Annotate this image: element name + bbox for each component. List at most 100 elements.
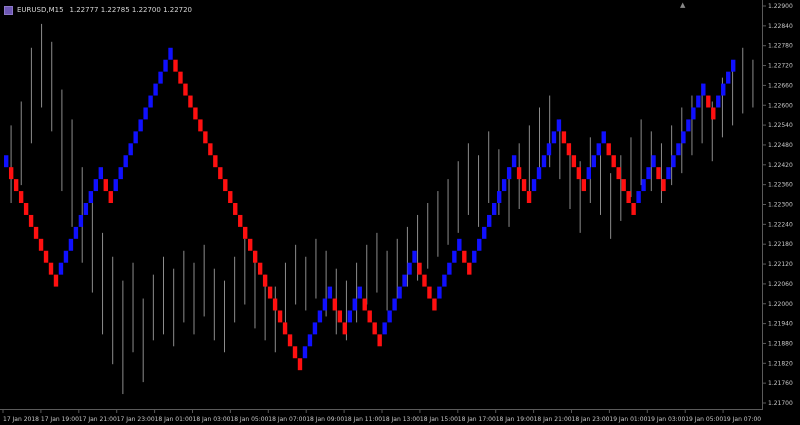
renko-brick-up <box>437 286 442 299</box>
renko-brick-up <box>68 238 74 251</box>
renko-brick-down <box>631 203 636 215</box>
x-tick-label: 17 Jan 23:00 <box>117 416 155 423</box>
renko-brick-down <box>272 298 278 311</box>
renko-brick-up <box>307 334 313 347</box>
x-tick-label: 18 Jan 23:00 <box>572 416 610 423</box>
renko-brick-down <box>48 262 54 275</box>
renko-brick-up <box>591 155 596 168</box>
y-tick-label: 1.21760 <box>768 380 793 387</box>
renko-brick-down <box>422 274 427 287</box>
renko-brick-down <box>616 167 621 180</box>
renko-brick-down <box>203 131 208 144</box>
renko-brick-up <box>98 167 103 180</box>
x-tick-label: 18 Jan 07:00 <box>268 416 306 423</box>
renko-brick-up <box>168 47 173 60</box>
renko-brick-up <box>402 274 407 287</box>
renko-brick-down <box>606 143 611 156</box>
renko-brick-up <box>128 143 133 156</box>
renko-brick-up <box>442 274 447 287</box>
renko-brick-up <box>686 119 691 132</box>
y-tick-label: 1.22480 <box>768 142 793 149</box>
renko-chart: 1.22900 1.22840 1.22780 1.22720 1.22660 1.226… <box>2 3 793 423</box>
renko-brick-down <box>53 274 59 287</box>
renko-brick-down <box>427 286 432 299</box>
renko-brick-up <box>4 155 9 168</box>
renko-brick-down <box>287 334 293 347</box>
renko-brick-up <box>641 179 646 192</box>
renko-brick-down <box>526 191 532 204</box>
renko-brick-down <box>337 310 343 323</box>
y-tick-label: 1.22360 <box>768 182 793 189</box>
renko-brick-up <box>158 71 163 84</box>
renko-brick-up <box>83 203 89 215</box>
y-tick-label: 1.22120 <box>768 261 793 268</box>
renko-brick-up <box>133 131 138 144</box>
renko-brick-up <box>163 59 168 72</box>
x-tick-label: 18 Jan 09:00 <box>306 416 344 423</box>
renko-brick-up <box>536 167 542 180</box>
y-tick-label: 1.22180 <box>768 241 793 248</box>
renko-brick-up <box>676 143 681 156</box>
y-tick-label: 1.22300 <box>768 202 793 209</box>
renko-brick-up <box>646 167 651 180</box>
renko-brick-down <box>462 250 467 263</box>
renko-brick-up <box>681 131 686 144</box>
renko-brick-up <box>93 179 99 192</box>
renko-brick-up <box>551 131 557 144</box>
renko-brick-up <box>601 131 606 144</box>
x-tick-label: 19 Jan 01:00 <box>609 416 647 423</box>
renko-brick-up <box>357 286 362 299</box>
renko-brick-down <box>342 322 347 335</box>
y-tick-label: 1.22420 <box>768 162 793 169</box>
renko-brick-up <box>412 250 417 263</box>
renko-brick-down <box>108 191 113 204</box>
renko-brick-down <box>233 203 238 215</box>
renko-brick-down <box>257 262 263 275</box>
renko-brick-down <box>18 191 24 204</box>
renko-brick-down <box>367 310 372 323</box>
renko-brick-up <box>546 143 552 156</box>
renko-brick-up <box>506 167 512 180</box>
x-tick-label: 18 Jan 01:00 <box>155 416 193 423</box>
y-tick-label: 1.22240 <box>768 221 793 228</box>
renko-brick-down <box>571 155 577 168</box>
renko-brick-down <box>228 191 233 204</box>
renko-brick-down <box>8 167 14 180</box>
renko-brick-down <box>561 131 567 144</box>
renko-brick-up <box>447 262 452 275</box>
renko-brick-down <box>223 179 228 192</box>
renko-brick-down <box>521 179 527 192</box>
renko-brick-down <box>38 238 44 251</box>
renko-brick-up <box>118 167 123 180</box>
x-tick-label: 17 Jan 21:00 <box>79 416 117 423</box>
renko-brick-up <box>651 155 656 168</box>
renko-brick-up <box>397 286 402 299</box>
renko-brick-down <box>243 226 248 239</box>
renko-brick-up <box>113 179 118 192</box>
renko-brick-down <box>661 179 666 192</box>
y-tick-label: 1.21940 <box>768 321 793 328</box>
renko-brick-down <box>213 155 218 168</box>
renko-brick-down <box>208 143 213 156</box>
renko-brick-down <box>297 358 303 371</box>
renko-brick-down <box>377 334 382 347</box>
renko-brick-down <box>467 262 472 275</box>
renko-brick-down <box>372 322 377 335</box>
renko-brick-up <box>716 95 721 108</box>
renko-brick-down <box>198 119 203 132</box>
chart-window[interactable]: EURUSD,M15 1.22777 1.22785 1.22700 1.227… <box>0 0 800 425</box>
renko-brick-down <box>218 167 223 180</box>
x-tick-label: 17 Jan 19:00 <box>41 416 79 423</box>
x-tick-label: 18 Jan 03:00 <box>193 416 231 423</box>
x-tick-label: 19 Jan 05:00 <box>685 416 723 423</box>
renko-brick-up <box>317 310 323 323</box>
renko-brick-up <box>73 226 79 239</box>
renko-brick-up <box>63 250 69 263</box>
renko-brick-up <box>322 298 328 311</box>
renko-brick-down <box>183 83 188 96</box>
renko-brick-down <box>33 226 39 239</box>
renko-brick-down <box>576 167 582 180</box>
y-tick-label: 1.22900 <box>768 3 793 10</box>
x-tick-label: 18 Jan 17:00 <box>458 416 496 423</box>
renko-brick-up <box>691 107 696 120</box>
